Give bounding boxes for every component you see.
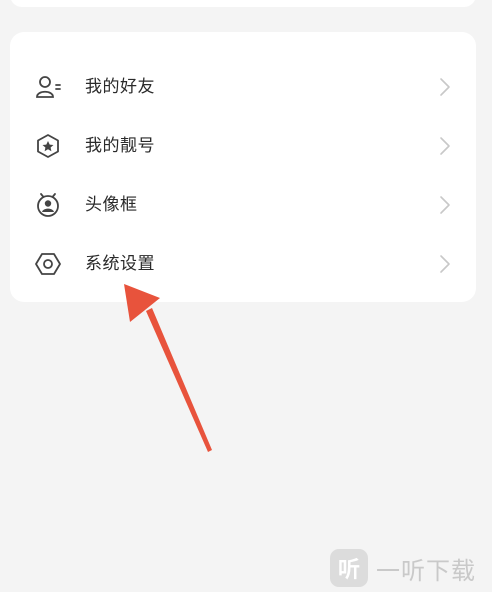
menu-item-settings[interactable]: 系统设置	[10, 235, 476, 293]
menu-card: 我的好友 我的靓号 头像框 系统设置	[10, 32, 476, 302]
menu-item-label: 我的好友	[85, 77, 155, 97]
menu-item-label: 系统设置	[85, 254, 155, 274]
menu-item-friends[interactable]: 我的好友	[10, 58, 476, 116]
avatar-frame-icon	[34, 191, 62, 219]
menu-item-vip-number[interactable]: 我的靓号	[10, 117, 476, 175]
top-card	[10, 0, 476, 7]
watermark-logo: 听	[330, 549, 368, 587]
annotation-arrow-icon	[124, 284, 212, 452]
watermark-text: 一听下载	[376, 556, 476, 585]
chevron-right-icon	[438, 136, 452, 156]
settings-icon	[34, 250, 62, 278]
chevron-right-icon	[438, 254, 452, 274]
chevron-right-icon	[438, 195, 452, 215]
vip-number-icon	[34, 132, 62, 160]
chevron-right-icon	[438, 77, 452, 97]
menu-item-avatar-frame[interactable]: 头像框	[10, 176, 476, 234]
watermark: 听 一听下载	[330, 548, 490, 588]
menu-item-label: 我的靓号	[85, 136, 155, 156]
menu-item-label: 头像框	[85, 195, 138, 215]
friends-icon	[34, 73, 62, 101]
page: 我的好友 我的靓号 头像框 系统设置 听 一听下载	[0, 0, 492, 592]
